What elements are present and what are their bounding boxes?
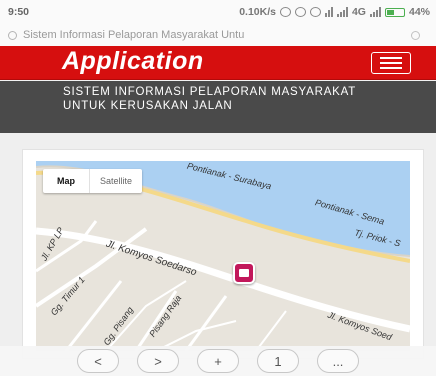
reload-icon[interactable] — [411, 30, 420, 40]
map-type-control: Map Satellite — [43, 169, 143, 193]
status-time: 9:50 — [8, 6, 30, 18]
battery-level: 44% — [408, 6, 430, 18]
signal-icon-2 — [369, 7, 381, 17]
network-type: 4G — [351, 6, 366, 18]
battery-icon — [384, 7, 405, 17]
alarm-icon — [309, 7, 321, 17]
new-tab-button[interactable]: + — [197, 349, 239, 373]
site-info-icon[interactable] — [8, 30, 17, 40]
map-view[interactable]: Map Satellite Pontianak - Surabaya Ponti… — [36, 161, 410, 351]
nfc-icon — [279, 7, 291, 17]
status-bar: 9:50 0.10K/s 4G 44% — [0, 0, 436, 24]
wifi-icon — [324, 7, 333, 17]
url-field[interactable]: Sistem Informasi Pelaporan Masyarakat Un… — [8, 26, 397, 44]
status-indicators: 0.10K/s 4G 44% — [239, 6, 430, 18]
report-pin-icon[interactable] — [233, 262, 255, 284]
back-button[interactable]: < — [77, 349, 119, 373]
hamburger-icon — [380, 57, 402, 59]
forward-button[interactable]: > — [137, 349, 179, 373]
sync-icon — [294, 7, 306, 17]
app-header: Application — [0, 46, 436, 80]
map-type-satellite-button[interactable]: Satellite — [90, 169, 142, 193]
signal-icon — [336, 7, 348, 17]
map-type-map-button[interactable]: Map — [43, 169, 90, 193]
banner-title: SISTEM INFORMASI PELAPORAN MASYARAKAT UN… — [63, 86, 356, 112]
url-bar[interactable]: Sistem Informasi Pelaporan Masyarakat Un… — [0, 24, 436, 46]
more-options-button[interactable]: ... — [317, 349, 359, 373]
tabs-button[interactable]: 1 — [257, 349, 299, 373]
network-speed: 0.10K/s — [239, 6, 276, 18]
app-title[interactable]: Application — [62, 47, 204, 76]
browser-bottom-nav: < > + 1 ... — [0, 346, 436, 376]
url-text: Sistem Informasi Pelaporan Masyarakat Un… — [23, 29, 245, 41]
page-banner: SISTEM INFORMASI PELAPORAN MASYARAKAT UN… — [0, 81, 436, 133]
hamburger-menu-button[interactable] — [371, 52, 411, 74]
